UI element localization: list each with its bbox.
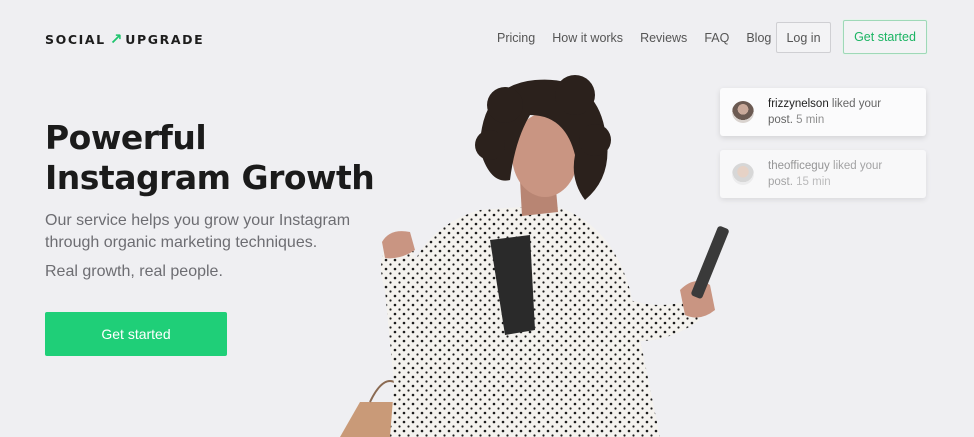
nav-pricing[interactable]: Pricing xyxy=(497,31,535,45)
notification-text: frizzynelson liked your post. 5 min xyxy=(768,96,908,128)
logo-text-social: SOCIAL xyxy=(45,31,106,47)
notification-card[interactable]: theofficeguy liked your post. 15 min xyxy=(720,150,926,198)
hero-tagline: Real growth, real people. xyxy=(45,263,223,280)
hero-get-started-button[interactable]: Get started xyxy=(45,312,227,356)
login-button[interactable]: Log in xyxy=(776,22,831,53)
hero-title-line2: Instagram Growth xyxy=(45,158,375,197)
nav-blog[interactable]: Blog xyxy=(746,31,771,45)
nav-how-it-works[interactable]: How it works xyxy=(552,31,623,45)
hero-description: Our service helps you grow your Instagra… xyxy=(45,212,351,251)
notification-user: frizzynelson xyxy=(768,98,829,110)
main-nav: Pricing How it works Reviews FAQ Blog xyxy=(497,31,788,45)
arrow-up-right-icon: ↗ xyxy=(109,30,123,48)
nav-reviews[interactable]: Reviews xyxy=(640,31,687,45)
hero-title-line1: Powerful xyxy=(45,118,207,157)
avatar xyxy=(732,163,754,185)
notification-user: theofficeguy xyxy=(768,160,830,172)
hero-woman-photo xyxy=(340,75,729,437)
notification-text: theofficeguy liked your post. 15 min xyxy=(768,158,908,190)
avatar xyxy=(732,101,754,123)
logo[interactable]: SOCIAL ↗ UPGRADE xyxy=(45,30,204,48)
notification-time: 5 min xyxy=(792,114,825,126)
notification-card[interactable]: frizzynelson liked your post. 5 min xyxy=(720,88,926,136)
header-get-started-button[interactable]: Get started xyxy=(843,20,927,54)
notification-time: 15 min xyxy=(792,176,831,188)
nav-faq[interactable]: FAQ xyxy=(704,31,729,45)
logo-text-upgrade: UPGRADE xyxy=(125,31,205,47)
